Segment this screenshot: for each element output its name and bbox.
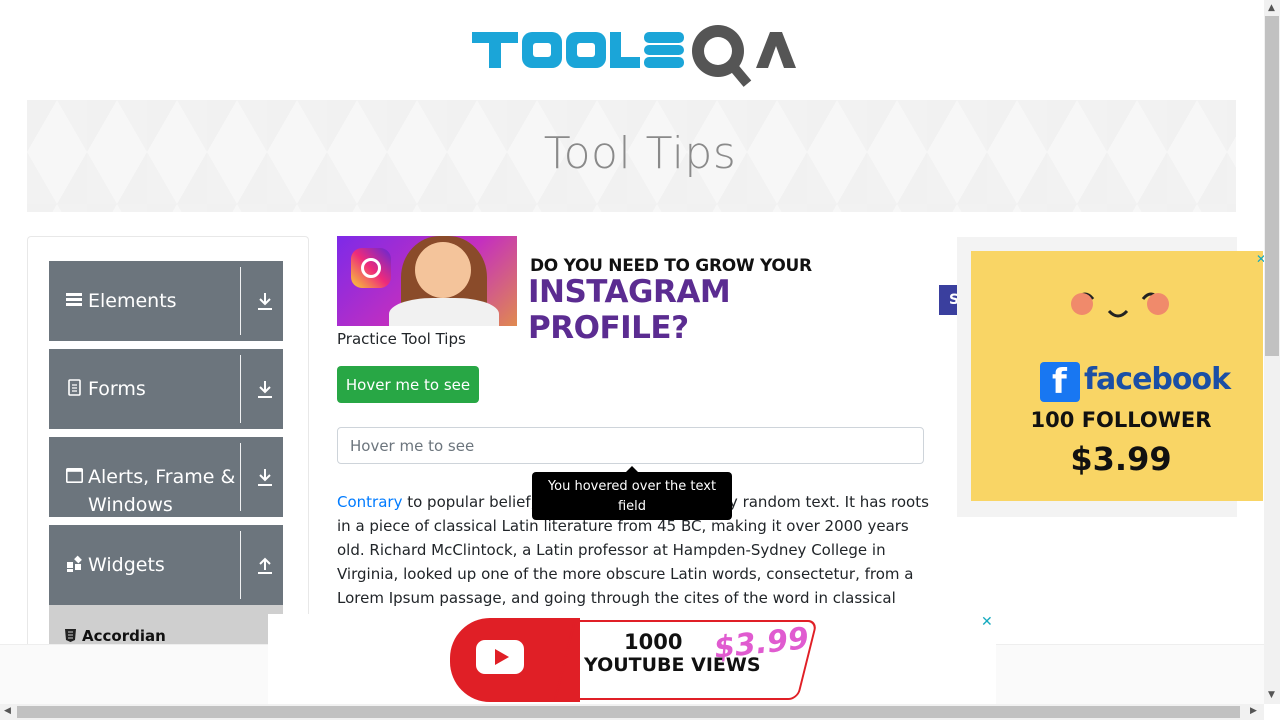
facebook-f-glyph: f (1052, 362, 1067, 402)
tooltip: You hovered over the text field (532, 466, 732, 520)
instagram-icon (351, 248, 391, 288)
practice-label: Practice Tool Tips (337, 330, 466, 348)
divider (240, 355, 241, 423)
ad-person-face (415, 242, 471, 298)
vertical-scroll-thumb[interactable] (1265, 16, 1279, 356)
youtube-ad[interactable]: 1000 YOUTUBE VIEWS $3.99 (268, 614, 996, 704)
download-icon[interactable] (256, 291, 274, 311)
hover-text-field[interactable]: Hover me to see (337, 427, 924, 464)
divider (240, 443, 241, 511)
sidebar-group-label: Widgets (88, 554, 165, 576)
ad-count: 1000 (624, 630, 683, 654)
horizontal-scroll-thumb[interactable] (17, 706, 1240, 718)
widgets-icon (67, 555, 82, 572)
sidebar-group-alerts[interactable]: Alerts, Frame & Windows (49, 437, 283, 517)
sidebar-item-label: Accordian (82, 627, 166, 645)
sidebar-group-elements[interactable]: Elements (49, 261, 283, 341)
scroll-left-icon[interactable]: ◀ (4, 706, 11, 716)
ad-image (337, 236, 517, 326)
side-badge[interactable]: S (939, 285, 959, 315)
toolsqa-logo[interactable] (472, 14, 796, 90)
sidebar: Elements Forms Alerts, Frame & Windows W… (27, 236, 309, 657)
ad-headline: DO YOU NEED TO GROW YOUR (530, 256, 812, 276)
scroll-up-icon[interactable]: ▲ (1268, 3, 1275, 13)
download-icon[interactable] (256, 379, 274, 399)
cheek-right (1147, 293, 1169, 315)
divider (240, 531, 241, 599)
ad-subheadline: INSTAGRAM PROFILE? (528, 274, 731, 346)
hover-button[interactable]: Hover me to see (337, 366, 479, 403)
facebook-brand: facebook (1084, 362, 1231, 397)
instagram-ad-banner[interactable]: DO YOU NEED TO GROW YOUR INSTAGRAM PROFI… (337, 236, 897, 346)
contrary-link[interactable]: Contrary (337, 493, 402, 511)
page-title: Tool Tips (543, 128, 737, 179)
hamburger-icon (66, 293, 82, 306)
sidebar-group-label: Alerts, Frame & Windows (88, 466, 236, 516)
sidebar-group-label: Elements (88, 290, 177, 312)
sidebar-group-widgets[interactable]: Widgets (49, 525, 283, 605)
youtube-play-icon (476, 640, 524, 674)
ad-person-shirt (389, 298, 499, 326)
divider (240, 267, 241, 335)
ad-price: $3.99 (1070, 440, 1172, 478)
window-icon (66, 467, 83, 483)
scroll-right-icon[interactable]: ▶ (1250, 706, 1257, 716)
close-icon[interactable]: ✕ (981, 614, 995, 630)
sidebar-item-accordian[interactable]: Accordian (65, 627, 166, 645)
html5-icon (65, 629, 76, 642)
document-icon (68, 379, 81, 396)
scroll-down-icon[interactable]: ▼ (1268, 690, 1275, 700)
sidebar-group-label: Forms (88, 378, 146, 400)
ad-follower-text: 100 FOLLOWER (1030, 408, 1212, 432)
upload-icon[interactable] (256, 555, 274, 575)
cheek-left (1071, 293, 1093, 315)
download-icon[interactable] (256, 467, 274, 487)
sidebar-group-forms[interactable]: Forms (49, 349, 283, 429)
